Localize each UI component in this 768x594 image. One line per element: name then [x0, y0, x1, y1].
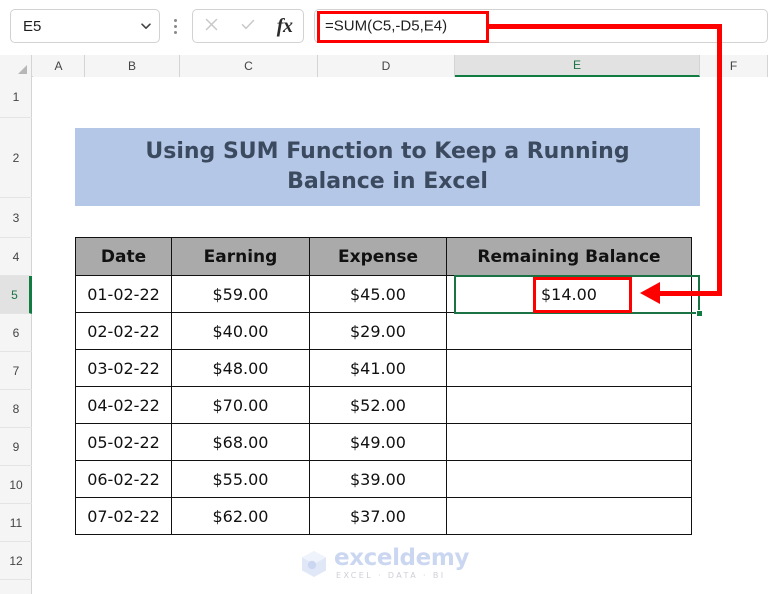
column-header-e-label: E [572, 58, 581, 72]
cell-balance[interactable] [446, 312, 692, 350]
name-box-value: E5 [23, 17, 42, 35]
cell-expense[interactable]: $41.00 [309, 349, 447, 387]
cell-expense[interactable]: $49.00 [309, 423, 447, 461]
watermark-text: exceldemy EXCEL · DATA · BI [334, 547, 469, 580]
cell-earning[interactable]: $70.00 [171, 386, 310, 424]
row-header-10[interactable]: 10 [0, 466, 32, 504]
th-expense: Expense [309, 237, 447, 276]
table-row[interactable]: 01-02-22 $59.00 $45.00 $14.00 [75, 275, 692, 313]
column-header-d-label: D [381, 59, 391, 73]
connector-segment-vertical [717, 24, 722, 293]
cell-earning[interactable]: $68.00 [171, 423, 310, 461]
row-header-4[interactable]: 4 [0, 238, 32, 276]
column-header-b-label: B [127, 59, 136, 73]
exceldemy-watermark: exceldemy EXCEL · DATA · BI [301, 547, 469, 580]
column-header-d[interactable]: D [318, 55, 455, 77]
title-banner-text: Using SUM Function to Keep a Running Bal… [145, 139, 630, 194]
cell-date[interactable]: 01-02-22 [75, 275, 172, 313]
check-icon[interactable] [233, 16, 263, 37]
column-header-c-label: C [244, 59, 253, 73]
th-balance: Remaining Balance [446, 237, 692, 276]
row-header-6[interactable]: 6 [0, 314, 32, 352]
cell-date[interactable]: 06-02-22 [75, 460, 172, 498]
cell-balance[interactable] [446, 460, 692, 498]
cell-date[interactable]: 04-02-22 [75, 386, 172, 424]
watermark-tagline: EXCEL · DATA · BI [336, 571, 446, 580]
fx-icon[interactable]: fx [270, 16, 300, 36]
table-row[interactable]: 04-02-22 $70.00 $52.00 [75, 386, 692, 424]
cell-earning[interactable]: $55.00 [171, 460, 310, 498]
cell-balance[interactable] [446, 423, 692, 461]
connector-arrowhead-icon [640, 282, 660, 304]
column-header-e[interactable]: E [455, 55, 700, 77]
fill-handle[interactable] [696, 310, 703, 317]
column-header-f[interactable]: F [700, 55, 768, 77]
chevron-down-icon[interactable] [133, 19, 159, 33]
cell-expense[interactable]: $29.00 [309, 312, 447, 350]
connector-segment-top [487, 24, 722, 29]
column-header-row: A B C D E F [0, 55, 768, 77]
table-header-row: Date Earning Expense Remaining Balance [75, 237, 692, 276]
kebab-menu-icon[interactable] [168, 14, 182, 38]
row-header-3[interactable]: 3 [0, 198, 32, 238]
cell-date[interactable]: 05-02-22 [75, 423, 172, 461]
row-header-8[interactable]: 8 [0, 390, 32, 428]
table-row[interactable]: 02-02-22 $40.00 $29.00 [75, 312, 692, 350]
close-icon[interactable] [196, 16, 226, 37]
balance-table: Date Earning Expense Remaining Balance 0… [75, 237, 692, 535]
th-earning: Earning [171, 237, 310, 276]
row-header-2[interactable]: 2 [0, 118, 32, 198]
row-header-5[interactable]: 5 [0, 276, 32, 314]
row-header-12[interactable]: 12 [0, 542, 32, 580]
column-header-a[interactable]: A [33, 55, 85, 77]
row-header-1[interactable]: 1 [0, 77, 32, 118]
column-header-c[interactable]: C [180, 55, 318, 77]
row-header-9[interactable]: 9 [0, 428, 32, 466]
cell-balance[interactable] [446, 497, 692, 535]
worksheet-grid: Using SUM Function to Keep a Running Bal… [33, 77, 768, 594]
cell-date[interactable]: 03-02-22 [75, 349, 172, 387]
column-header-b[interactable]: B [85, 55, 180, 77]
exceldemy-logo-icon [301, 550, 327, 578]
cell-balance[interactable] [446, 349, 692, 387]
row-header-11[interactable]: 11 [0, 504, 32, 542]
cell-date[interactable]: 07-02-22 [75, 497, 172, 535]
select-all-corner[interactable] [0, 55, 32, 77]
cell-date[interactable]: 02-02-22 [75, 312, 172, 350]
table-row[interactable]: 06-02-22 $55.00 $39.00 [75, 460, 692, 498]
cell-balance[interactable] [446, 386, 692, 424]
name-box[interactable]: E5 [10, 9, 160, 43]
formula-action-group: fx [192, 9, 304, 43]
column-header-f-label: F [729, 59, 738, 73]
row-header-7[interactable]: 7 [0, 352, 32, 390]
row-header-column: 1 2 3 4 5 6 7 8 9 10 11 12 [0, 77, 32, 594]
table-row[interactable]: 07-02-22 $62.00 $37.00 [75, 497, 692, 535]
cell-expense[interactable]: $39.00 [309, 460, 447, 498]
cell-expense[interactable]: $37.00 [309, 497, 447, 535]
watermark-name: exceldemy [334, 545, 469, 571]
excel-worksheet-screenshot: E5 fx =SUM(C5,-D5,E4) A B C D E F 1 2 3 … [0, 0, 768, 594]
cell-expense[interactable]: $52.00 [309, 386, 447, 424]
column-header-a-label: A [54, 59, 63, 73]
cell-earning[interactable]: $48.00 [171, 349, 310, 387]
cell-earning[interactable]: $40.00 [171, 312, 310, 350]
cell-expense[interactable]: $45.00 [309, 275, 447, 313]
connector-segment-bottom [660, 291, 722, 296]
th-date: Date [75, 237, 172, 276]
table-row[interactable]: 03-02-22 $48.00 $41.00 [75, 349, 692, 387]
cell-earning[interactable]: $59.00 [171, 275, 310, 313]
table-row[interactable]: 05-02-22 $68.00 $49.00 [75, 423, 692, 461]
cell-earning[interactable]: $62.00 [171, 497, 310, 535]
title-banner: Using SUM Function to Keep a Running Bal… [75, 128, 700, 206]
formula-text: =SUM(C5,-D5,E4) [325, 17, 448, 35]
